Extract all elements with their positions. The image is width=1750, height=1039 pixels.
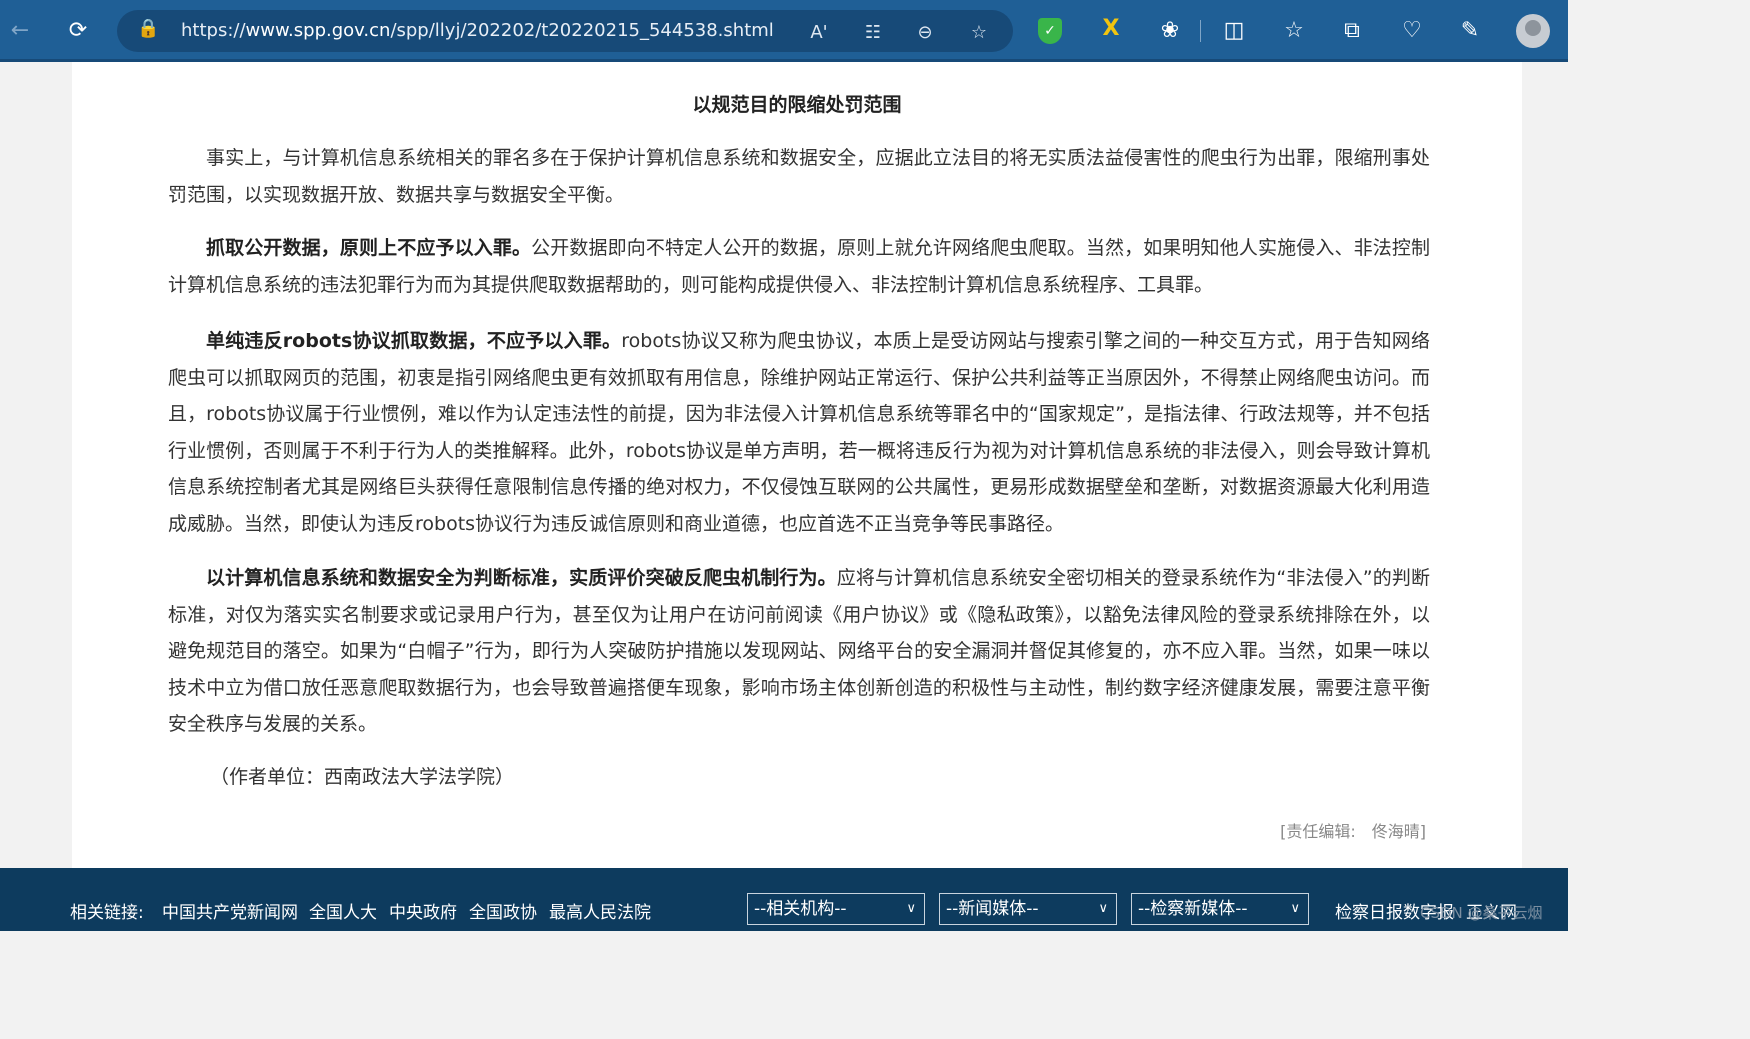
- article-paragraph-2: 抓取公开数据，原则上不应予以入罪。公开数据即向不特定人公开的数据，原则上就允许网…: [168, 230, 1430, 303]
- chevron-down-icon: ∨: [1098, 901, 1108, 916]
- toolbar-divider: [1200, 20, 1201, 42]
- read-aloud-icon[interactable]: A': [805, 18, 833, 46]
- address-bar[interactable]: 🔒 https://www.spp.gov.cn/spp/llyj/202202…: [117, 10, 1013, 52]
- x-extension-icon[interactable]: X: [1098, 16, 1124, 44]
- footer-link-central-gov[interactable]: 中央政府: [389, 898, 457, 923]
- site-footer: 相关链接: 中国共产党新闻网 全国人大 中央政府 全国政协 最高人民法院 --相…: [0, 868, 1568, 931]
- chevron-down-icon: ∨: [1290, 901, 1300, 916]
- related-agencies-value: --相关机构--: [754, 899, 847, 919]
- related-links-label: 相关链接:: [70, 903, 144, 923]
- article-section-title: 以规范目的限缩处罚范围: [692, 94, 902, 116]
- paragraph-3-text: robots协议又称为爬虫协议，本质上是受访网站与搜索引擎之间的一种交互方式，用…: [168, 330, 1430, 535]
- related-agencies-select[interactable]: --相关机构-- ∨: [747, 893, 925, 925]
- url-text[interactable]: https://www.spp.gov.cn/spp/llyj/202202/t…: [181, 20, 774, 41]
- news-media-value: --新闻媒体--: [946, 899, 1039, 919]
- refresh-icon[interactable]: ⟳: [62, 14, 94, 46]
- paragraph-4-text: 应将与计算机信息系统安全密切相关的登录系统作为“非法侵入”的判断标准，对仅为落实…: [168, 567, 1430, 735]
- paragraph-3-heading: 单纯违反robots协议抓取数据，不应予以入罪。: [206, 330, 622, 352]
- favorites-list-icon[interactable]: ☆: [1278, 14, 1310, 46]
- author-affiliation: （作者单位：西南政法大学法学院）: [210, 766, 515, 788]
- zoom-out-icon[interactable]: ⊖: [911, 18, 939, 46]
- footer-link-supreme-court[interactable]: 最高人民法院: [549, 898, 651, 923]
- footer-link-npc[interactable]: 全国人大: [309, 898, 377, 923]
- article-page: 以规范目的限缩处罚范围 事实上，与计算机信息系统相关的罪名多在于保护计算机信息系…: [72, 62, 1522, 868]
- procuratorate-new-media-value: --检察新媒体--: [1138, 899, 1248, 919]
- news-media-select[interactable]: --新闻媒体-- ∨: [939, 893, 1117, 925]
- lock-icon[interactable]: 🔒: [137, 18, 159, 39]
- extensions-puzzle-icon[interactable]: ❀: [1154, 14, 1186, 46]
- collections-icon[interactable]: ⧉: [1336, 14, 1368, 46]
- split-screen-icon[interactable]: ◫: [1218, 14, 1250, 46]
- footer-link-cppcc[interactable]: 全国政协: [469, 898, 537, 923]
- procuratorate-new-media-select[interactable]: --检察新媒体-- ∨: [1131, 893, 1309, 925]
- browser-essentials-icon[interactable]: ♡: [1396, 14, 1428, 46]
- favorite-star-icon[interactable]: ☆: [965, 18, 993, 46]
- screenshot-edit-icon[interactable]: ✎: [1454, 14, 1486, 46]
- paragraph-1-text: 事实上，与计算机信息系统相关的罪名多在于保护计算机信息系统和数据安全，应据此立法…: [168, 147, 1430, 206]
- immersive-reader-icon[interactable]: ☷: [859, 18, 887, 46]
- browser-toolbar: ← ⟳ 🔒 https://www.spp.gov.cn/spp/llyj/20…: [0, 0, 1568, 62]
- responsible-editor: [责任编辑: 佟海晴]: [1280, 822, 1426, 841]
- paragraph-4-heading: 以计算机信息系统和数据安全为判断标准，实质评价突破反爬虫机制行为。: [206, 567, 837, 589]
- back-arrow-icon[interactable]: ←: [4, 14, 36, 46]
- article-paragraph-3: 单纯违反robots协议抓取数据，不应予以入罪。robots协议又称为爬虫协议，…: [168, 323, 1430, 542]
- chevron-down-icon: ∨: [906, 901, 916, 916]
- article-paragraph-1: 事实上，与计算机信息系统相关的罪名多在于保护计算机信息系统和数据安全，应据此立法…: [168, 140, 1430, 213]
- profile-avatar[interactable]: [1516, 14, 1550, 48]
- csdn-watermark: CSDN @桑子云烟: [1420, 904, 1543, 922]
- shield-extension-icon[interactable]: ✓: [1038, 18, 1062, 44]
- paragraph-2-heading: 抓取公开数据，原则上不应予以入罪。: [206, 237, 532, 259]
- article-paragraph-4: 以计算机信息系统和数据安全为判断标准，实质评价突破反爬虫机制行为。应将与计算机信…: [168, 560, 1430, 743]
- footer-link-cpc-news[interactable]: 中国共产党新闻网: [162, 898, 298, 923]
